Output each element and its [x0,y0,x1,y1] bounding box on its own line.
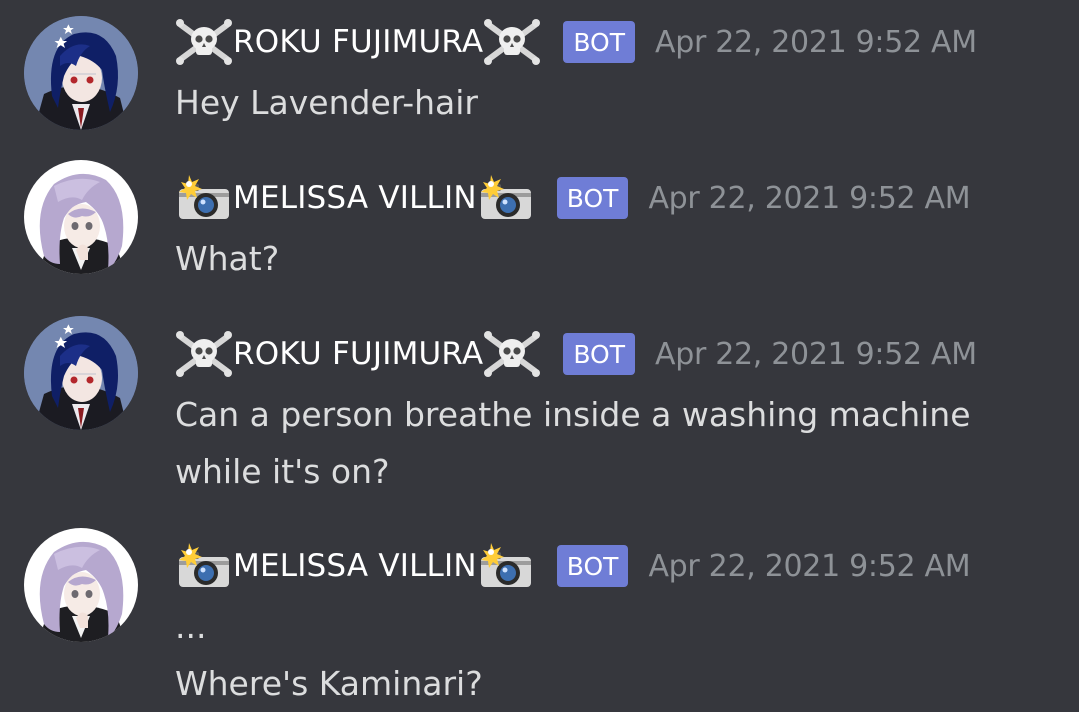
chat-message-list: ROKU FUJIMURA BOT Apr 22, 2021 9:52 AM H… [0,0,1079,703]
message-content: What? [175,230,279,287]
timestamp: Apr 22, 2021 9:52 AM [654,336,977,372]
camera-with-flash-icon [477,173,535,223]
timestamp: Apr 22, 2021 9:52 AM [648,548,971,584]
username-text: ROKU FUJIMURA [233,24,484,60]
message-line: ... [175,607,207,646]
message-content: ... Where's Kaminari? [175,598,483,712]
message-header: MELISSA VILLIN BOT Apr 22, 2021 9:52 AM [175,168,971,228]
chat-message: MELISSA VILLIN BOT Apr 22, 2021 9:52 AM … [0,160,1079,298]
skull-and-crossbones-icon [483,329,541,379]
username[interactable]: MELISSA VILLIN [175,541,535,591]
timestamp: Apr 22, 2021 9:52 AM [648,180,971,216]
message-header: MELISSA VILLIN BOT Apr 22, 2021 9:52 AM [175,536,971,596]
chat-message: ROKU FUJIMURA [0,316,1079,504]
username[interactable]: ROKU FUJIMURA [175,329,541,379]
camera-with-flash-icon [175,173,233,223]
message-line: Can a person breathe inside a washing ma… [175,395,971,434]
message-line: Where's Kaminari? [175,664,483,703]
username[interactable]: MELISSA VILLIN [175,173,535,223]
username-text: MELISSA VILLIN [233,548,477,584]
avatar-melissa[interactable] [24,528,138,642]
message-line: What? [175,239,280,278]
message-line: while it's on? [175,452,390,491]
message-content: Can a person breathe inside a washing ma… [175,386,971,500]
skull-and-crossbones-icon [175,17,233,67]
timestamp: Apr 22, 2021 9:52 AM [654,24,977,60]
camera-with-flash-icon [175,541,233,591]
skull-and-crossbones-icon [483,17,541,67]
avatar-roku[interactable] [24,316,138,430]
avatar-roku[interactable] [24,16,138,130]
bot-badge: BOT [556,545,629,587]
chat-message: MELISSA VILLIN BOT Apr 22, 2021 9:52 AM … [0,528,1079,703]
message-header: ROKU FUJIMURA BOT Apr 22, 2021 9:52 AM [175,324,977,384]
username-text: ROKU FUJIMURA [233,336,484,372]
skull-and-crossbones-icon [175,329,233,379]
message-content: Hey Lavender-hair [175,74,478,131]
username[interactable]: ROKU FUJIMURA [175,17,541,67]
avatar-melissa[interactable] [24,160,138,274]
message-header: ROKU FUJIMURA BOT Apr 22, 2021 9:52 AM [175,12,977,72]
bot-badge: BOT [563,333,635,375]
message-line: Hey Lavender-hair [175,83,478,122]
camera-with-flash-icon [477,541,535,591]
bot-badge: BOT [556,177,629,219]
username-text: MELISSA VILLIN [233,180,477,216]
bot-badge: BOT [563,21,635,63]
chat-message: ROKU FUJIMURA [0,12,1079,142]
